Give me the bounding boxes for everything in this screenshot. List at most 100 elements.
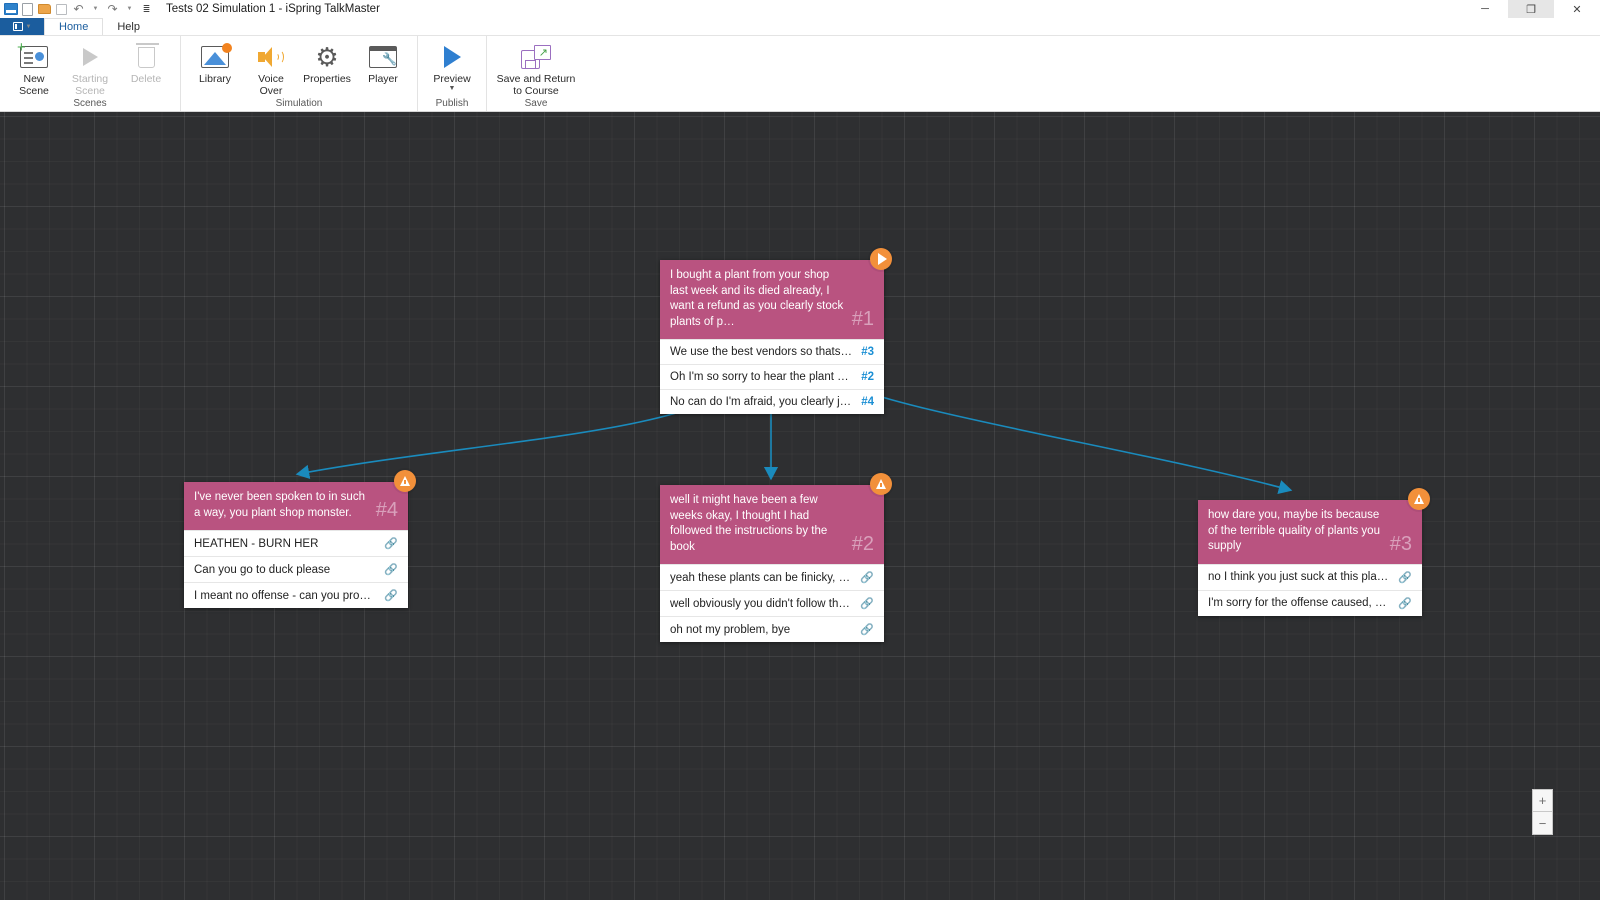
close-button[interactable]: ✕ [1554,0,1600,18]
scene-node-3[interactable]: how dare you, maybe its because of the t… [1198,488,1430,616]
ribbon-group-scenes: + New Scene Starting Scene Delete Scenes [0,36,180,111]
redo-dropdown-icon[interactable]: ▼ [122,2,137,17]
minimize-button[interactable]: ─ [1462,0,1508,18]
library-button[interactable]: Library [187,39,243,86]
starting-scene-label: Starting Scene [71,73,109,97]
reply-row[interactable]: HEATHEN - BURN HER 🔗 [184,530,408,556]
link-icon[interactable]: 🔗 [384,537,398,550]
zoom-out-button[interactable]: − [1532,812,1553,835]
delete-label: Delete [130,73,162,85]
reply-row[interactable]: We use the best vendors so thats not tr…… [660,339,884,364]
library-label: Library [198,73,232,85]
file-menu-icon [12,22,23,31]
reply-text: no I think you just suck at this plant o… [1208,571,1399,583]
preview-icon [443,42,461,72]
voice-over-button[interactable]: Voice Over [243,39,299,97]
reply-target-number[interactable]: #2 [861,371,874,383]
redo-icon[interactable]: ↷ [105,2,120,17]
player-button[interactable]: 🔧 Player [355,39,411,86]
reply-row[interactable]: I'm sorry for the offense caused, we try… [1198,589,1422,616]
ribbon-group-publish: Preview ▼ Publish [417,36,486,111]
save-icon[interactable] [54,2,69,17]
reply-text: Oh I'm so sorry to hear the plant died, … [670,371,862,383]
starting-scene-button[interactable]: Starting Scene [62,39,118,97]
scene-node-prompt-header[interactable]: how dare you, maybe its because of the t… [1198,488,1430,564]
undo-icon[interactable]: ↶ [71,2,86,17]
reply-text: I meant no offense - can you provide m… [194,589,385,602]
scene-node-2[interactable]: well it might have been a few weeks okay… [660,473,892,642]
undo-dropdown-icon[interactable]: ▼ [88,2,103,17]
link-icon[interactable]: 🔗 [384,563,398,576]
scene-node-prompt-header[interactable]: well it might have been a few weeks okay… [660,473,892,564]
delete-icon [135,42,159,72]
ribbon-group-title-publish: Publish [435,98,469,109]
reply-row[interactable]: Can you go to duck please 🔗 [184,556,408,582]
title-bar: ↶ ▼ ↷ ▼ ≣ Tests 02 Simulation 1 - iSprin… [0,0,1600,18]
link-icon[interactable]: 🔗 [860,571,874,584]
scene-number: #3 [1389,532,1412,555]
properties-button[interactable]: ⚙ Properties [299,39,355,86]
warning-badge[interactable] [870,473,892,495]
link-icon[interactable]: 🔗 [1398,571,1412,584]
new-icon[interactable] [20,2,35,17]
customize-quick-access-icon[interactable]: ≣ [139,2,154,17]
delete-button[interactable]: Delete [118,39,174,86]
maximize-button[interactable]: ❐ [1508,0,1554,18]
warning-icon [1414,494,1424,504]
scene-prompt-text: how dare you, maybe its because of the t… [1208,509,1380,552]
starting-scene-badge[interactable] [870,248,892,270]
ribbon-group-title-scenes: Scenes [73,98,107,109]
scene-node-4[interactable]: I've never been spoken to in such a way,… [184,470,416,608]
warning-badge[interactable] [1408,488,1430,510]
warning-badge[interactable] [394,470,416,492]
reply-row[interactable]: I meant no offense - can you provide m… … [184,582,408,608]
reply-target-number[interactable]: #3 [861,346,874,358]
new-scene-button[interactable]: + New Scene [6,39,62,97]
quick-access-toolbar[interactable]: ↶ ▼ ↷ ▼ ≣ [0,2,154,17]
reply-row[interactable]: yeah these plants can be finicky, I know… [660,564,884,590]
link-icon[interactable]: 🔗 [384,589,398,602]
ribbon-tab-bar: ▼ Home Help [0,18,1600,36]
ribbon-group-save: ↗ Save and Return to Course Save [486,36,585,111]
play-icon [878,253,887,265]
reply-text: yeah these plants can be finicky, I know… [670,571,860,584]
reply-row[interactable]: oh not my problem, bye 🔗 [660,616,884,642]
scene-prompt-text: I bought a plant from your shop last wee… [670,269,844,328]
window-title: Tests 02 Simulation 1 - iSpring TalkMast… [166,3,380,15]
link-icon[interactable]: 🔗 [1398,597,1412,610]
link-icon[interactable]: 🔗 [860,597,874,610]
tab-home[interactable]: Home [44,18,104,35]
ribbon-group-simulation: Library Voice Over ⚙ Properties 🔧 Player… [180,36,417,111]
starting-scene-icon [82,42,98,72]
preview-button[interactable]: Preview ▼ [424,39,480,92]
preview-dropdown-icon[interactable]: ▼ [449,85,456,92]
reply-row[interactable]: well obviously you didn't follow them … … [660,590,884,616]
player-label: Player [368,73,398,85]
scene-node-prompt-header[interactable]: I've never been spoken to in such a way,… [184,470,416,530]
scene-canvas[interactable]: I bought a plant from your shop last wee… [0,112,1600,900]
save-and-return-button[interactable]: ↗ Save and Return to Course [493,39,579,97]
reply-target-number[interactable]: #4 [861,396,874,408]
link-icon[interactable]: 🔗 [860,623,874,636]
zoom-controls[interactable]: + − [1532,789,1553,835]
file-menu-button[interactable]: ▼ [0,18,44,35]
voice-over-icon [257,42,285,72]
warning-icon [876,479,886,489]
scene-node-1[interactable]: I bought a plant from your shop last wee… [660,248,892,414]
scene-number: #2 [851,533,874,555]
new-scene-icon: + [17,40,48,72]
scene-number: #1 [851,308,874,330]
voice-over-label: Voice Over [258,73,284,97]
open-folder-icon[interactable] [37,2,52,17]
ribbon-group-title-simulation: Simulation [275,98,323,109]
window-controls[interactable]: ─ ❐ ✕ [1462,0,1600,18]
scene-node-prompt-header[interactable]: I bought a plant from your shop last wee… [660,248,892,339]
new-scene-label: New Scene [19,73,49,97]
reply-text: No can do I'm afraid, you clearly just w… [670,396,862,408]
zoom-in-button[interactable]: + [1532,789,1553,812]
player-icon: 🔧 [369,42,397,72]
tab-help[interactable]: Help [103,18,154,35]
reply-row[interactable]: Oh I'm so sorry to hear the plant died, … [660,364,884,389]
reply-row[interactable]: no I think you just suck at this plant o… [1198,563,1422,590]
reply-row[interactable]: No can do I'm afraid, you clearly just w… [660,389,884,414]
